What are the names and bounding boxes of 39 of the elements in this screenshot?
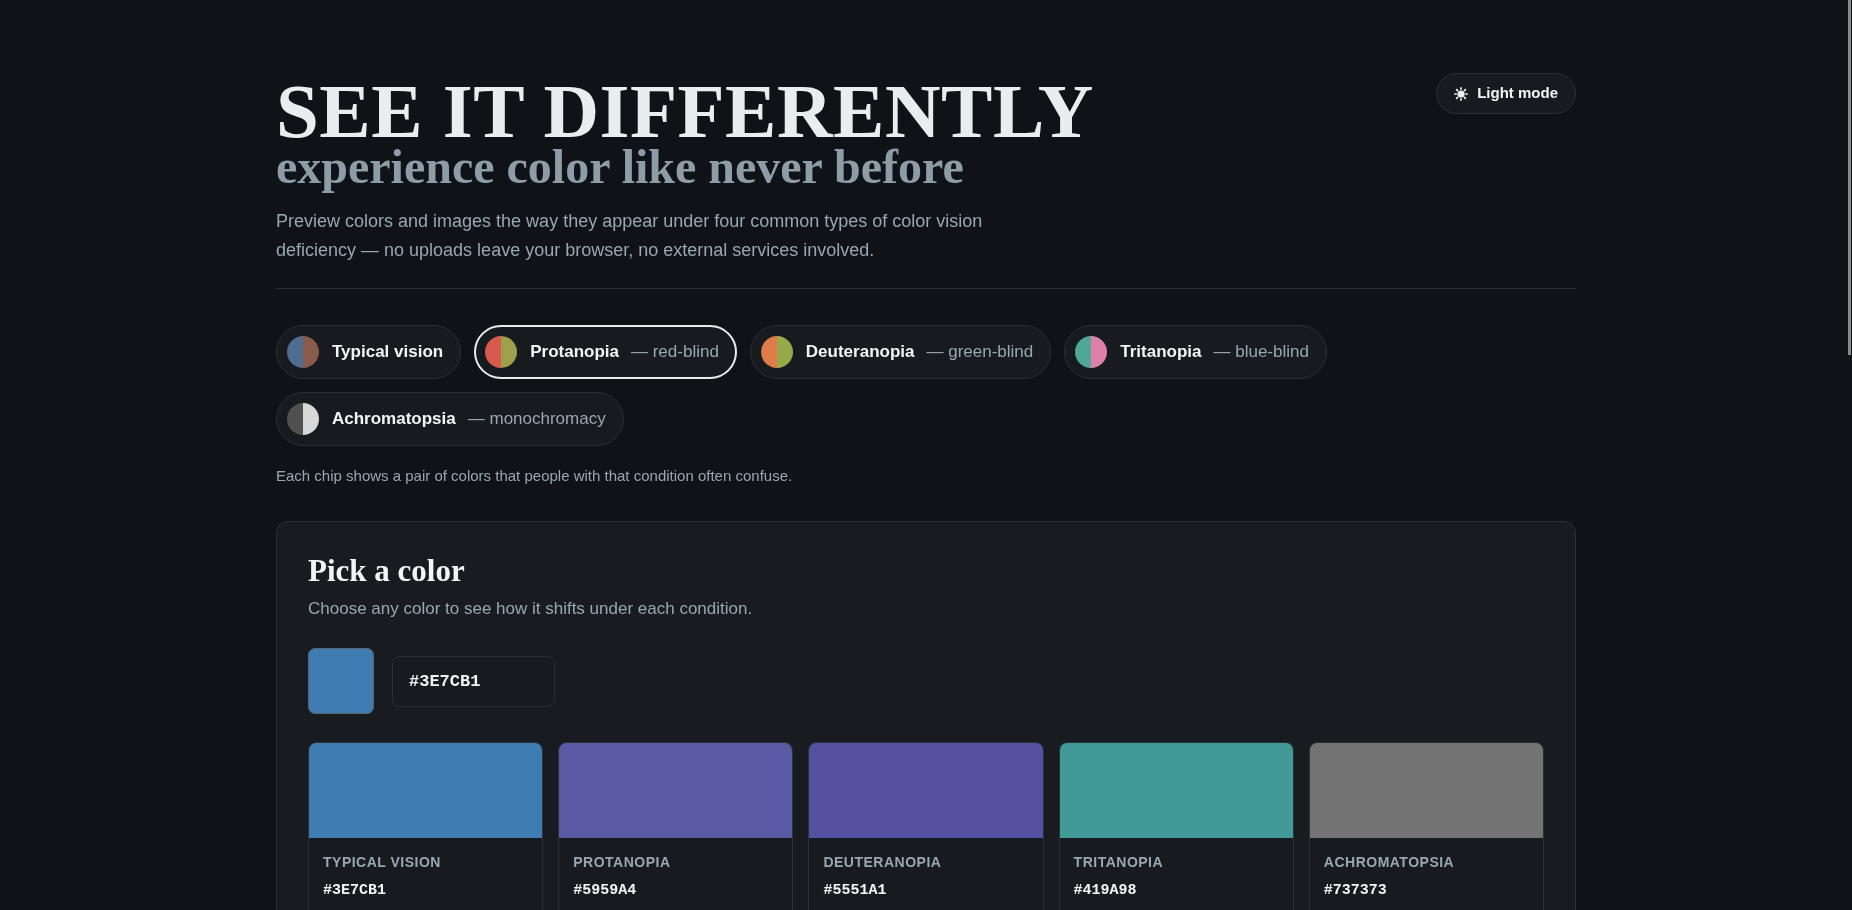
chip-name: Achromatopsia: [332, 408, 456, 431]
swatch-label: ACHROMATOPSIA: [1323, 853, 1455, 871]
vision-chip[interactable]: Deuteranopia — green-blind: [749, 325, 1052, 379]
swatch-hex: #5551A1: [823, 881, 887, 901]
split-color-dot-icon: [760, 336, 793, 368]
page-subtitle: experience color like never before: [276, 143, 964, 191]
color-swatch-icon[interactable]: [308, 648, 374, 714]
split-color-dot-icon: [485, 336, 518, 368]
swatch-label: PROTANOPIA: [573, 853, 671, 871]
chip-detail: — red-blind: [630, 341, 719, 364]
sun-icon: [1454, 86, 1469, 101]
swatch-label: TRITANOPIA: [1073, 853, 1164, 871]
swatch-hex: #737373: [1323, 881, 1387, 901]
chip-detail: — blue-blind: [1213, 341, 1309, 364]
swatch-hex: #419A98: [1073, 881, 1137, 901]
vision-chip[interactable]: Typical vision: [276, 325, 462, 379]
split-color-dot-icon: [1075, 336, 1108, 368]
swatch-hex: #3E7CB1: [323, 881, 386, 901]
split-color-dot-icon: [287, 336, 319, 368]
chip-name: Typical vision: [332, 341, 444, 364]
intro-text: Preview colors and images the way they appear under four common types of color vision deficiency — no uploads leave your browser, no external services involved.: [276, 210, 984, 262]
scrollbar-thumb[interactable]: [1848, 0, 1851, 355]
light-mode-button[interactable]: Light mode: [1436, 73, 1576, 114]
split-color-dot-icon: [287, 403, 319, 435]
swatch-label: TYPICAL VISION: [323, 853, 441, 871]
swatch-hex: #5959A4: [573, 881, 637, 901]
vision-chip[interactable]: Achromatopsia — monochromacy: [276, 392, 624, 446]
chip-name: Tritanopia: [1120, 341, 1202, 364]
hex-input-field[interactable]: #3E7CB1: [392, 655, 555, 707]
chip-name: Deuteranopia: [805, 341, 915, 364]
chips-note: Each chip shows a pair of colors that people with that condition often confuse.: [276, 466, 794, 486]
chip-detail: — monochromacy: [467, 408, 606, 431]
picker-description: Choose any color to see how it shifts under each condition.: [308, 598, 754, 620]
chip-name: Protanopia: [530, 341, 619, 364]
vision-chip[interactable]: Tritanopia — blue-blind: [1064, 325, 1327, 379]
chip-detail: — green-blind: [926, 341, 1034, 364]
picker-title: Pick a color: [308, 552, 466, 590]
swatch-label: DEUTERANOPIA: [823, 853, 942, 871]
vision-chip[interactable]: Protanopia — red-blind: [474, 325, 737, 379]
